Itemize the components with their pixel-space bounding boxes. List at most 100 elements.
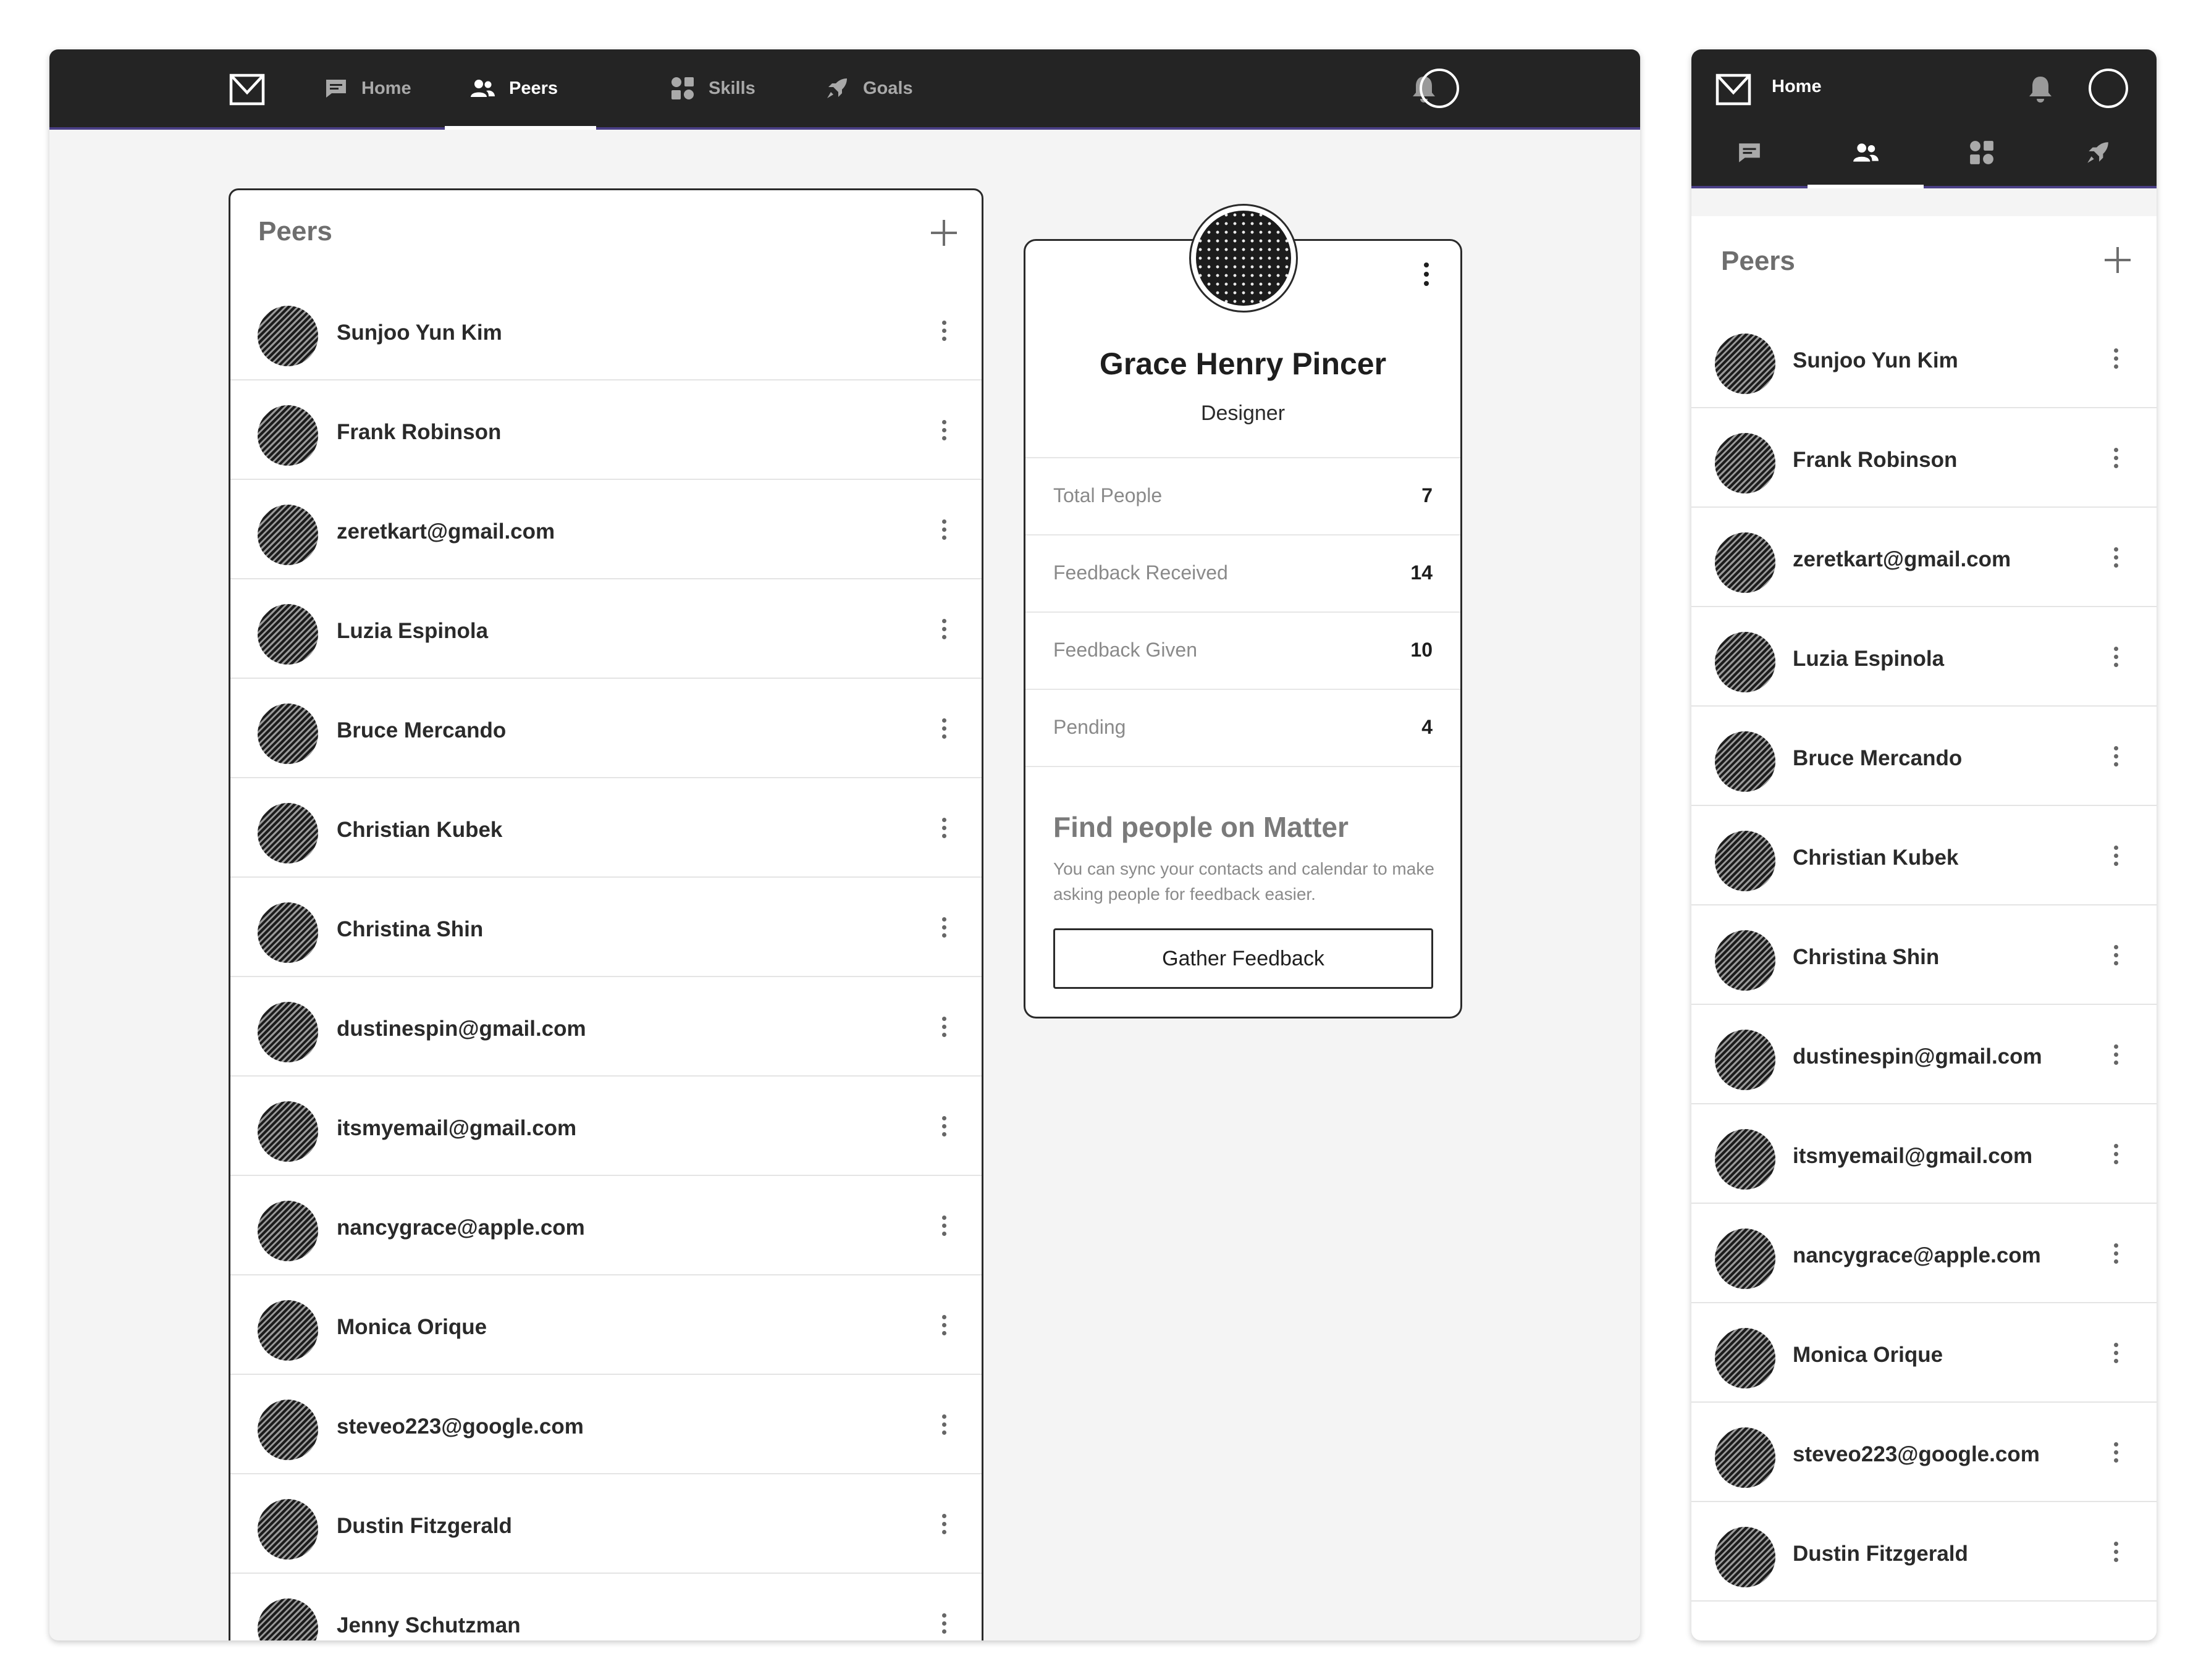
- peer-row[interactable]: Sunjoo Yun Kim: [230, 281, 982, 380]
- peer-row[interactable]: Luzia Espinola: [1691, 607, 2157, 707]
- more-options-icon[interactable]: [932, 511, 956, 548]
- more-options-icon[interactable]: [932, 1207, 956, 1244]
- peer-row[interactable]: Monica Orique: [230, 1275, 982, 1375]
- peer-row[interactable]: Dustin Fitzgerald: [230, 1474, 982, 1574]
- peer-row[interactable]: nancygrace@apple.com: [1691, 1204, 2157, 1303]
- peer-row[interactable]: nancygrace@apple.com: [230, 1176, 982, 1275]
- more-options-icon[interactable]: [2103, 936, 2128, 973]
- more-options-icon[interactable]: [932, 809, 956, 846]
- user-avatar[interactable]: [2089, 69, 2128, 108]
- more-options-icon[interactable]: [2103, 1036, 2128, 1073]
- peer-avatar: [1715, 1129, 1775, 1190]
- more-options-icon[interactable]: [932, 1306, 956, 1343]
- peer-row[interactable]: dustinespin@gmail.com: [1691, 1005, 2157, 1104]
- peer-row[interactable]: zeretkart@gmail.com: [1691, 508, 2157, 607]
- more-options-icon[interactable]: [932, 1406, 956, 1443]
- peer-avatar: [1715, 334, 1775, 394]
- peer-name: Jenny Schutzman: [337, 1613, 521, 1637]
- add-peer-button[interactable]: [2103, 246, 2132, 274]
- nav-home-label: Home: [361, 78, 411, 98]
- more-options-icon[interactable]: [2103, 1434, 2128, 1471]
- stat-value: 10: [1410, 639, 1433, 661]
- more-options-icon[interactable]: [2103, 1334, 2128, 1371]
- profile-more-options-icon[interactable]: [1417, 256, 1436, 293]
- peer-row[interactable]: steveo223@google.com: [230, 1375, 982, 1474]
- mobile-top-navigation-bar: Home: [1691, 49, 2157, 188]
- peer-list: Sunjoo Yun Kim Frank Robinson zeretkart@gm…: [230, 281, 982, 1640]
- peer-avatar: [258, 1400, 318, 1460]
- mobile-tab-home[interactable]: [1691, 119, 1808, 186]
- more-options-icon[interactable]: [2103, 340, 2128, 377]
- peers-list-card: Peers Sunjoo Yun Kim Frank Robinson zeretk…: [229, 188, 983, 1640]
- peer-row[interactable]: Sunjoo Yun Kim: [1691, 309, 2157, 408]
- more-options-icon[interactable]: [932, 1605, 956, 1640]
- peer-row[interactable]: Christina Shin: [1691, 905, 2157, 1005]
- peer-name: steveo223@google.com: [337, 1414, 584, 1438]
- peer-row[interactable]: Frank Robinson: [1691, 408, 2157, 508]
- peer-row[interactable]: Frank Robinson: [230, 380, 982, 480]
- matter-logo-icon[interactable]: [229, 73, 266, 106]
- more-options-icon[interactable]: [932, 1505, 956, 1542]
- more-options-icon[interactable]: [2103, 539, 2128, 576]
- peer-row[interactable]: Monica Orique: [1691, 1303, 2157, 1403]
- gather-feedback-button[interactable]: Gather Feedback: [1053, 928, 1433, 989]
- peer-name: Dustin Fitzgerald: [1793, 1542, 1968, 1566]
- peer-name: Luzia Espinola: [337, 619, 489, 643]
- more-options-icon[interactable]: [2103, 837, 2128, 874]
- more-options-icon[interactable]: [932, 312, 956, 349]
- top-navigation-bar: Home Peers Skills Goals: [49, 49, 1640, 130]
- peer-row[interactable]: itsmyemail@gmail.com: [1691, 1104, 2157, 1204]
- more-options-icon[interactable]: [932, 909, 956, 946]
- peer-row[interactable]: Jenny Schutzman: [230, 1574, 982, 1640]
- more-options-icon[interactable]: [2103, 638, 2128, 675]
- profile-stats: Total People 7 Feedback Received 14 Feed…: [1025, 457, 1460, 767]
- more-options-icon[interactable]: [2103, 439, 2128, 476]
- peer-row[interactable]: itsmyemail@gmail.com: [230, 1077, 982, 1176]
- nav-home[interactable]: Home: [324, 49, 411, 127]
- user-avatar[interactable]: [1420, 69, 1459, 108]
- peer-row[interactable]: Bruce Mercando: [1691, 707, 2157, 806]
- bell-icon[interactable]: [2027, 74, 2054, 104]
- mobile-tab-skills[interactable]: [1924, 119, 2040, 186]
- peer-avatar: [258, 704, 318, 764]
- peer-row[interactable]: zeretkart@gmail.com: [230, 480, 982, 579]
- profile-photo: [1189, 204, 1298, 313]
- peer-row[interactable]: Christina Shin: [230, 878, 982, 977]
- mobile-tab-goals[interactable]: [2040, 119, 2156, 186]
- add-peer-button[interactable]: [930, 219, 958, 247]
- matter-logo-icon[interactable]: [1715, 73, 1752, 106]
- more-options-icon[interactable]: [2103, 737, 2128, 775]
- peer-avatar: [258, 1002, 318, 1062]
- more-options-icon[interactable]: [2103, 1135, 2128, 1172]
- peer-avatar: [1715, 930, 1775, 991]
- peer-avatar: [258, 902, 318, 963]
- peer-row[interactable]: Christian Kubek: [230, 778, 982, 878]
- nav-peers[interactable]: Peers: [445, 49, 596, 130]
- more-options-icon[interactable]: [2103, 1235, 2128, 1272]
- more-options-icon[interactable]: [932, 710, 956, 747]
- peer-row[interactable]: Christian Kubek: [1691, 806, 2157, 905]
- peer-avatar: [258, 1201, 318, 1261]
- rocket-icon: [827, 78, 847, 98]
- peer-row[interactable]: steveo223@google.com: [1691, 1403, 2157, 1502]
- peer-name: Christian Kubek: [337, 818, 503, 842]
- skills-icon: [671, 77, 694, 99]
- peer-row[interactable]: Luzia Espinola: [230, 579, 982, 679]
- stat-label: Feedback Given: [1053, 639, 1198, 661]
- peer-row[interactable]: Dustin Fitzgerald: [1691, 1502, 2157, 1602]
- more-options-icon[interactable]: [932, 610, 956, 647]
- more-options-icon[interactable]: [2103, 1533, 2128, 1570]
- nav-goals[interactable]: Goals: [825, 49, 913, 127]
- peer-avatar: [1715, 532, 1775, 593]
- peer-row[interactable]: dustinespin@gmail.com: [230, 977, 982, 1077]
- more-options-icon[interactable]: [932, 1107, 956, 1144]
- peer-row[interactable]: Bruce Mercando: [230, 679, 982, 778]
- nav-skills[interactable]: Skills: [670, 49, 756, 127]
- peer-avatar: [258, 306, 318, 366]
- peer-name: itsmyemail@gmail.com: [337, 1116, 577, 1140]
- mobile-tab-peers[interactable]: [1808, 119, 1924, 188]
- more-options-icon[interactable]: [932, 411, 956, 448]
- stat-row: Feedback Received 14: [1025, 536, 1460, 613]
- more-options-icon[interactable]: [932, 1008, 956, 1045]
- people-icon: [1853, 143, 1879, 162]
